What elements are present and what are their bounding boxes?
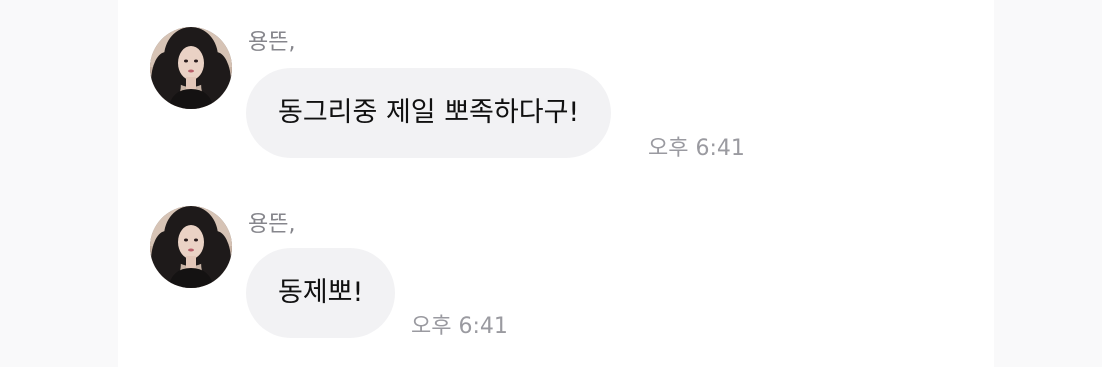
sender-name: 용뜬, [248, 30, 296, 55]
message-time: 오후 6:41 [411, 314, 508, 339]
profile-photo-icon [150, 27, 232, 109]
profile-photo-icon [150, 206, 232, 288]
avatar[interactable] [150, 27, 232, 109]
chat-panel: 용뜬, 동그리중 제일 뽀족하다구! 오후 6:41 용뜬, 동제뽀! 오후 6… [118, 0, 994, 367]
avatar[interactable] [150, 206, 232, 288]
chat-screen: 용뜬, 동그리중 제일 뽀족하다구! 오후 6:41 용뜬, 동제뽀! 오후 6… [0, 0, 1102, 367]
sender-name: 용뜬, [248, 212, 296, 237]
message-bubble[interactable]: 동제뽀! [246, 248, 396, 338]
message-time: 오후 6:41 [648, 136, 745, 161]
message-bubble[interactable]: 동그리중 제일 뽀족하다구! [246, 68, 612, 158]
